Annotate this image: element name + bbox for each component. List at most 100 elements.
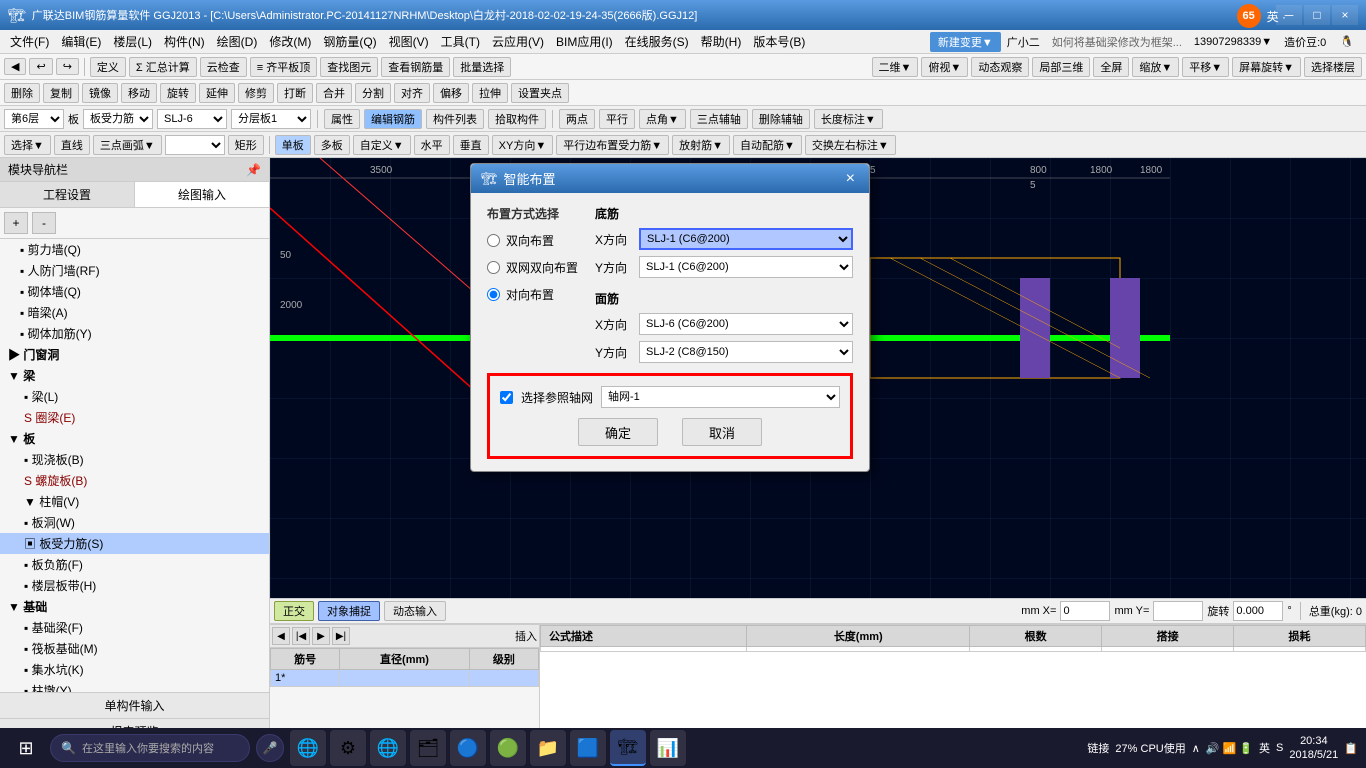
tree-slab-hole[interactable]: ▪ 板洞(W) (0, 512, 269, 533)
tree-rf-wall[interactable]: ▪ 人防门墙(RF) (0, 260, 269, 281)
confirm-btn[interactable]: 确定 (578, 418, 658, 446)
axis-checkbox[interactable] (500, 391, 513, 404)
dialog-close-btn[interactable]: × (842, 170, 859, 188)
menu-help[interactable]: 帮助(H) (695, 31, 748, 52)
tree-masonry-rebar[interactable]: ▪ 砌体加筋(Y) (0, 323, 269, 344)
parallel-btn[interactable]: 平行 (599, 109, 635, 129)
menu-online[interactable]: 在线服务(S) (619, 31, 695, 52)
define-btn[interactable]: 定义 (90, 57, 126, 77)
maximize-button[interactable]: □ (1304, 5, 1330, 25)
extend-btn[interactable]: 延伸 (199, 83, 235, 103)
taskbar-app-1[interactable]: 🌐 (290, 730, 326, 766)
top-y-select[interactable]: SLJ-2 (C8@150) (639, 341, 853, 363)
break-btn[interactable]: 打断 (277, 83, 313, 103)
taskbar-app-7[interactable]: 📁 (530, 730, 566, 766)
2d-view-btn[interactable]: 二维▼ (872, 57, 919, 77)
local-3d-btn[interactable]: 局部三维 (1032, 57, 1090, 77)
radio-bidirectional[interactable] (487, 234, 500, 247)
sidebar-minus-btn[interactable]: - (32, 212, 56, 234)
tray-up-arrow[interactable]: ∧ (1192, 742, 1200, 755)
split-btn[interactable]: 分割 (355, 83, 391, 103)
point-angle-btn[interactable]: 点角▼ (639, 109, 686, 129)
calc-btn[interactable]: Σ 汇总计算 (129, 57, 197, 77)
coord-x-input[interactable] (1060, 601, 1110, 621)
cad-canvas[interactable]: 3500 4 5 Y X (270, 158, 1366, 598)
notification-btn[interactable]: 📋 (1344, 742, 1358, 755)
batch-select-btn[interactable]: 批量选择 (453, 57, 511, 77)
tree-col-cap[interactable]: ▼ 柱帽(V) (0, 491, 269, 512)
nav-last-btn[interactable]: ▶| (332, 627, 350, 645)
set-grip-btn[interactable]: 设置夹点 (511, 83, 569, 103)
tree-foundation-group[interactable]: ▼ 基础 (0, 596, 269, 617)
check-btn[interactable]: 云检查 (200, 57, 247, 77)
menu-edit[interactable]: 编辑(E) (55, 31, 107, 52)
taskbar-app-6[interactable]: 🟢 (490, 730, 526, 766)
phone-btn[interactable]: 13907298339▼ (1188, 34, 1278, 50)
menu-draw[interactable]: 绘图(D) (211, 31, 264, 52)
dynamic-observe-btn[interactable]: 动态观察 (971, 57, 1029, 77)
sublayer-select[interactable]: 分层板1 (231, 109, 311, 129)
orthogonal-btn[interactable]: 正交 (274, 601, 314, 621)
edit-rebar-btn[interactable]: 编辑钢筋 (364, 109, 422, 129)
xy-dir-btn[interactable]: XY方向▼ (492, 135, 554, 155)
table-row[interactable]: 1* (271, 670, 539, 687)
sidebar-add-btn[interactable]: + (4, 212, 28, 234)
multi-board-btn[interactable]: 多板 (314, 135, 350, 155)
menu-tools[interactable]: 工具(T) (435, 31, 486, 52)
mic-btn[interactable]: 🎤 (256, 734, 284, 762)
tree-spiral-slab[interactable]: S 螺旋板(B) (0, 470, 269, 491)
start-btn[interactable]: ⊞ (8, 730, 44, 766)
parallel-edge-btn[interactable]: 平行边布置受力筋▼ (556, 135, 669, 155)
radio-double-net[interactable] (487, 261, 500, 274)
taskbar-app-4[interactable]: 🗂 (410, 730, 446, 766)
align-btn[interactable]: 对齐 (394, 83, 430, 103)
taskbar-app-2[interactable]: ⚙ (330, 730, 366, 766)
rect-btn[interactable]: 矩形 (228, 135, 264, 155)
menu-rebar-qty[interactable]: 钢筋量(Q) (317, 31, 382, 52)
select-floor-btn[interactable]: 选择楼层 (1304, 57, 1362, 77)
tree-col-pier[interactable]: ▪ 柱墩(Y) (0, 680, 269, 692)
menu-component[interactable]: 构件(N) (158, 31, 211, 52)
option-bidirectional[interactable]: 双向布置 (487, 232, 587, 249)
horizontal-btn[interactable]: 水平 (414, 135, 450, 155)
tree-floor-strip[interactable]: ▪ 楼层板带(H) (0, 575, 269, 596)
find-element-btn[interactable]: 查找图元 (320, 57, 378, 77)
delete-btn[interactable]: 删除 (4, 83, 40, 103)
tree-masonry-wall[interactable]: ▪ 砌体墙(Q) (0, 281, 269, 302)
rotate-btn[interactable]: 旋转 (160, 83, 196, 103)
pan-btn[interactable]: 平移▼ (1182, 57, 1229, 77)
zoom-btn[interactable]: 缩放▼ (1132, 57, 1179, 77)
menu-view[interactable]: 视图(V) (383, 31, 435, 52)
offset-btn[interactable]: 偏移 (433, 83, 469, 103)
search-bar[interactable]: 🔍 在这里输入你要搜索的内容 (50, 734, 250, 762)
option-double-net[interactable]: 双网双向布置 (487, 259, 587, 276)
tree-beam-group[interactable]: ▼ 梁 (0, 365, 269, 386)
language-indicator[interactable]: 英 (1259, 740, 1270, 756)
tree-hidden-beam[interactable]: ▪ 暗梁(A) (0, 302, 269, 323)
top-x-select[interactable]: SLJ-6 (C6@200) (639, 313, 853, 335)
snap-btn[interactable]: 对象捕捉 (318, 601, 380, 621)
del-axis-btn[interactable]: 删除辅轴 (752, 109, 810, 129)
rotate-input[interactable] (1233, 601, 1283, 621)
taskbar-active-app[interactable]: 🏗 (610, 730, 646, 766)
arc-btn[interactable]: 三点画弧▼ (93, 135, 162, 155)
name-select[interactable]: SLJ-6 (157, 109, 227, 129)
tree-shear-wall[interactable]: ▪ 剪力墙(Q) (0, 239, 269, 260)
tree-neg-rebar[interactable]: ▪ 板负筋(F) (0, 554, 269, 575)
tree-cast-slab[interactable]: ▪ 现浇板(B) (0, 449, 269, 470)
new-change-btn[interactable]: 新建变更▼ (930, 32, 1001, 52)
radio-opposite[interactable] (487, 288, 500, 301)
option-opposite[interactable]: 对向布置 (487, 286, 587, 303)
nav-draw[interactable]: 绘图输入 (135, 182, 269, 207)
menu-file[interactable]: 文件(F) (4, 31, 55, 52)
length-mark-btn[interactable]: 长度标注▼ (814, 109, 883, 129)
tree-slab-rebar[interactable]: ▣ 板受力筋(S) (0, 533, 269, 554)
merge-btn[interactable]: 合并 (316, 83, 352, 103)
three-point-axis-btn[interactable]: 三点辅轴 (690, 109, 748, 129)
tree-slab-group[interactable]: ▼ 板 (0, 428, 269, 449)
custom-btn[interactable]: 自定义▼ (353, 135, 411, 155)
screen-rotate-btn[interactable]: 屏幕旋转▼ (1232, 57, 1301, 77)
view-rebar-btn[interactable]: 查看钢筋量 (381, 57, 450, 77)
property-btn[interactable]: 属性 (324, 109, 360, 129)
move-btn[interactable]: 移动 (121, 83, 157, 103)
